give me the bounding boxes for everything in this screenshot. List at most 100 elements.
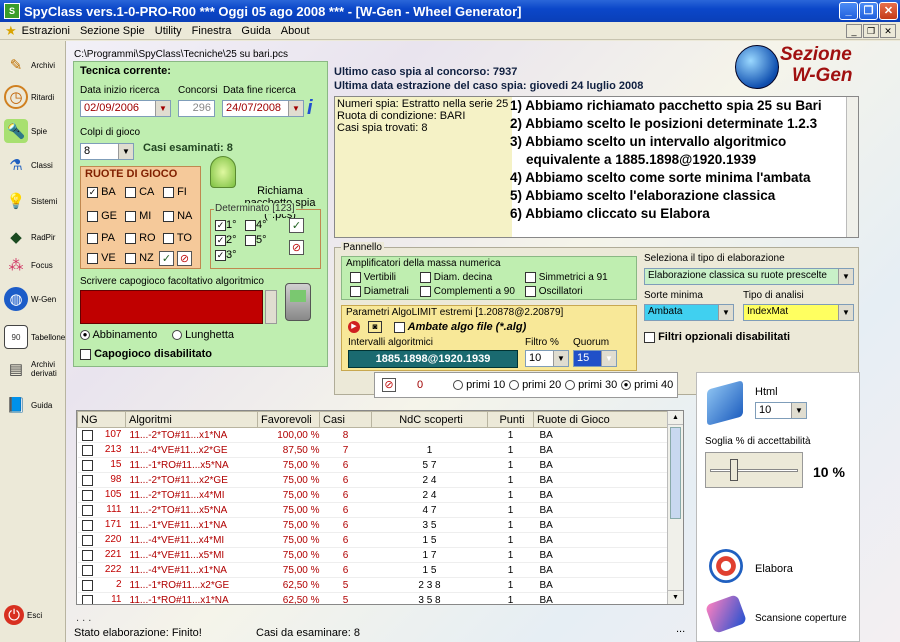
capogioco-input[interactable]: [80, 290, 263, 324]
checkmark-icon[interactable]: ✓: [289, 218, 304, 233]
col-ndc[interactable]: NdC scoperti: [371, 411, 488, 428]
primi-40-radio[interactable]: ● primi 40: [621, 379, 673, 391]
simmetrici-checkbox[interactable]: Simmetrici a 91: [525, 272, 608, 283]
row-checkbox[interactable]: [81, 430, 93, 441]
table-row[interactable]: 171 11...-1*VE#11...x1*NA 75,00 % 6 3 5 1 BA: [77, 517, 669, 533]
sidebar-item-focus[interactable]: ⁂ Focus: [0, 253, 66, 277]
abbinamento-radio[interactable]: ● Abbinamento: [80, 329, 157, 341]
maximize-button[interactable]: ❐: [859, 2, 878, 20]
clear-icon[interactable]: ⊘: [177, 251, 192, 266]
table-row[interactable]: 2 11...-1*RO#11...x2*GE 62,50 % 5 2 3 8 1 BA: [77, 577, 669, 593]
oscillatori-checkbox[interactable]: Oscillatori: [525, 286, 583, 297]
grid-scrollbar[interactable]: ▲ ▼: [667, 411, 683, 604]
sidebar-item-sistemi[interactable]: 💡 Sistemi: [0, 189, 66, 213]
primi-30-radio[interactable]: primi 30: [565, 379, 617, 391]
ruota-na[interactable]: NA: [163, 210, 192, 222]
diam-decina-checkbox[interactable]: Diam. decina: [420, 272, 492, 283]
menu-estrazioni[interactable]: Estrazioni: [17, 25, 75, 37]
colpi-select[interactable]: 8 ▼: [80, 143, 134, 160]
sidebar-item-esci[interactable]: ⏻ Esci: [0, 605, 66, 625]
tipo-analisi-select[interactable]: IndexMat ▼: [743, 304, 854, 321]
sidebar-item-classi[interactable]: ⚗ Classi: [0, 153, 66, 177]
tipo-elaborazione-select[interactable]: Elaborazione classica su ruote prescelte…: [644, 268, 854, 285]
sidebar-item-w-gen[interactable]: ◍ W-Gen: [0, 287, 66, 311]
scansione-button[interactable]: Scansione coperture: [755, 613, 847, 624]
table-row[interactable]: 221 11...-4*VE#11...x5*MI 75,00 % 6 1 7 1 BA: [77, 547, 669, 563]
flashlight-icon[interactable]: [210, 156, 236, 188]
col-casi[interactable]: Casi: [319, 411, 372, 428]
table-row[interactable]: 15 11...-1*RO#11...x5*NA 75,00 % 6 5 7 1 BA: [77, 457, 669, 473]
diametrali-checkbox[interactable]: Diametrali: [350, 286, 409, 297]
mdi-restore-button[interactable]: ❐: [863, 24, 879, 38]
ruota-to[interactable]: TO: [163, 232, 192, 244]
target-icon[interactable]: [709, 549, 743, 583]
ambate-algo-checkbox[interactable]: Ambate algo file (*.alg): [394, 321, 526, 333]
ruota-fi[interactable]: FI: [163, 186, 187, 198]
capogioco-disabilitato-checkbox[interactable]: Capogioco disabilitato: [80, 348, 212, 360]
row-checkbox[interactable]: [81, 580, 93, 591]
table-row[interactable]: 98 11...-2*TO#11...x2*GE 75,00 % 6 2 4 1 BA: [77, 472, 669, 488]
vertibili-checkbox[interactable]: Vertibili: [350, 272, 396, 283]
ruota-ve[interactable]: VE: [87, 252, 116, 264]
primi-10-radio[interactable]: primi 10: [453, 379, 505, 391]
determinato-5[interactable]: 5°: [245, 234, 267, 246]
complementi-checkbox[interactable]: Complementi a 90: [420, 286, 515, 297]
ruota-pa[interactable]: PA: [87, 232, 115, 244]
quorum-select[interactable]: 15 ▼: [573, 350, 617, 367]
camera-icon[interactable]: ◙: [368, 321, 382, 333]
capogioco-scrollbar[interactable]: [265, 290, 277, 324]
primi-20-radio[interactable]: primi 20: [509, 379, 561, 391]
minimize-button[interactable]: _: [839, 2, 858, 20]
row-checkbox[interactable]: [81, 595, 93, 604]
scan-icon[interactable]: [704, 594, 748, 634]
determinato-2[interactable]: ✓ 2°: [215, 234, 237, 246]
ruota-ca[interactable]: CA: [125, 186, 154, 198]
mdi-minimize-button[interactable]: _: [846, 24, 862, 38]
data-inizio-select[interactable]: 02/09/2006 ▼: [80, 100, 171, 117]
filtri-opzionali-checkbox[interactable]: Filtri opzionali disabilitati: [644, 331, 790, 343]
sidebar-item-archivi[interactable]: ✎ Archivi: [0, 53, 66, 77]
menu-sezione-spie[interactable]: Sezione Spie: [75, 25, 150, 37]
ruota-mi[interactable]: MI: [125, 210, 151, 222]
table-row[interactable]: 220 11...-4*VE#11...x4*MI 75,00 % 6 1 5 1 BA: [77, 532, 669, 548]
info-icon[interactable]: i: [307, 97, 313, 120]
col-algoritmi[interactable]: Algoritmi: [125, 411, 258, 428]
row-checkbox[interactable]: [81, 475, 93, 486]
table-row[interactable]: 11 11...-1*RO#11...x1*NA 62,50 % 5 3 5 8 1 BA: [77, 592, 669, 604]
sorte-minima-select[interactable]: Ambata ▼: [644, 304, 734, 321]
data-fine-select[interactable]: 24/07/2008 ▼: [222, 100, 304, 117]
concorsi-field[interactable]: 296: [178, 100, 215, 117]
html-select[interactable]: 10 ▼: [755, 402, 807, 419]
col-ruote[interactable]: Ruote di Gioco: [533, 411, 669, 428]
scroll-down-icon[interactable]: ▼: [668, 590, 683, 604]
row-checkbox[interactable]: [81, 505, 93, 516]
table-row[interactable]: 213 11...-4*VE#11...x2*GE 87,50 % 7 1 1 BA: [77, 442, 669, 458]
row-checkbox[interactable]: [81, 520, 93, 531]
html-book-icon[interactable]: [707, 380, 743, 426]
ruota-ge[interactable]: GE: [87, 210, 117, 222]
sidebar-item-radpir[interactable]: ◆ RadPir: [0, 225, 66, 249]
play-icon[interactable]: ▶: [348, 321, 360, 333]
table-row[interactable]: 222 11...-4*VE#11...x1*NA 75,00 % 6 1 5 1 BA: [77, 562, 669, 578]
table-row[interactable]: 107 11...-2*TO#11...x1*NA 100,00 % 8 1 BA: [77, 427, 669, 443]
sidebar-item-ritardi[interactable]: ◷ Ritardi: [0, 85, 66, 109]
menu-utility[interactable]: Utility: [150, 25, 187, 37]
row-checkbox[interactable]: [81, 490, 93, 501]
sidebar-item-spie[interactable]: 🔦 Spie: [0, 119, 66, 143]
row-checkbox[interactable]: [81, 565, 93, 576]
determinato-1[interactable]: ✓ 1°: [215, 219, 237, 231]
slider-thumb[interactable]: [730, 459, 738, 481]
scroll-thumb[interactable]: [670, 427, 681, 519]
determinato-3[interactable]: ✓ 3°: [215, 249, 237, 261]
row-checkbox[interactable]: [81, 460, 93, 471]
sidebar-item-archivi-derivati[interactable]: ▤ Archivi derivati: [0, 357, 66, 381]
checkmark-icon[interactable]: ✓: [159, 251, 174, 266]
ruota-ro[interactable]: RO: [125, 232, 156, 244]
soglia-slider[interactable]: [705, 452, 803, 488]
filtro-select[interactable]: 10 ▼: [525, 350, 569, 367]
table-row[interactable]: 105 11...-2*TO#11...x4*MI 75,00 % 6 2 4 1 BA: [77, 487, 669, 503]
row-checkbox[interactable]: [81, 535, 93, 546]
mdi-close-button[interactable]: ✕: [880, 24, 896, 38]
menu-guida[interactable]: Guida: [236, 25, 275, 37]
intervalli-field[interactable]: 1885.1898@1920.1939: [348, 350, 518, 368]
